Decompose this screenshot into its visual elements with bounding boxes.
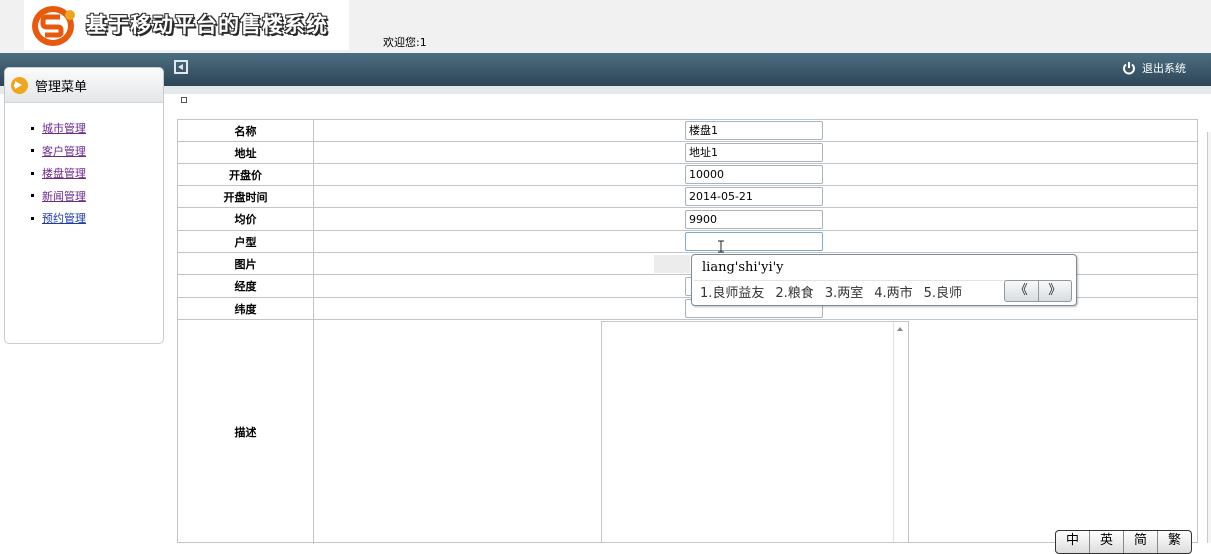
ime-candidates: 1.良师益友 2.粮食 3.两室 4.两市 5.良师: [700, 282, 973, 301]
form-row-opening-date: 开盘时间 2014-05-21: [178, 186, 1197, 208]
sidebar-item-appointment: 预约管理: [31, 207, 163, 230]
ime-pinyin-input: liang'shi'yi'y: [702, 260, 784, 275]
form-row-average-price: 均价 9900: [178, 208, 1197, 231]
ime-candidate[interactable]: 5.良师: [924, 282, 962, 301]
image-file-input[interactable]: [654, 255, 690, 273]
form-label: 图片: [178, 253, 314, 274]
logo: 基于移动平台的售楼系统: [24, 0, 349, 50]
form-label: 纬度: [178, 298, 314, 319]
sidebar-item-news: 新闻管理: [31, 185, 163, 208]
ime-mode-chinese[interactable]: 中: [1056, 531, 1090, 553]
sidebar-item-city: 城市管理: [31, 117, 163, 140]
textarea-scrollbar[interactable]: [893, 322, 908, 542]
form-label: 开盘时间: [178, 186, 314, 207]
form-row-address: 地址 地址1: [178, 142, 1197, 164]
form-label: 经度: [178, 275, 314, 297]
ime-candidate[interactable]: 4.两市: [874, 282, 912, 301]
sidebar-link-customer[interactable]: 客户管理: [42, 143, 86, 159]
form-row-name: 名称 楼盘1: [178, 120, 1197, 142]
ime-mode-traditional[interactable]: 繁: [1158, 531, 1191, 553]
opening-date-input[interactable]: 2014-05-21: [685, 187, 823, 206]
page-scrollbar[interactable]: [1207, 132, 1211, 543]
ime-mode-simplified[interactable]: 简: [1124, 531, 1158, 553]
sidebar-item-customer: 客户管理: [31, 140, 163, 163]
sidebar: 管理菜单 城市管理 客户管理 楼盘管理 新闻管理 预约管理: [4, 67, 164, 344]
form-row-layout: 户型: [178, 231, 1197, 253]
form-label: 地址: [178, 142, 314, 163]
sidebar-link-city[interactable]: 城市管理: [42, 120, 86, 136]
sidebar-item-building: 楼盘管理: [31, 162, 163, 185]
logout-button[interactable]: 退出系统: [1122, 60, 1186, 76]
ime-candidate-popup: liang'shi'yi'y 1.良师益友 2.粮食 3.两室 4.两市 5.良…: [691, 254, 1077, 306]
form-row-opening-price: 开盘价 10000: [178, 164, 1197, 186]
sidebar-link-building[interactable]: 楼盘管理: [42, 165, 86, 181]
power-icon: [1123, 62, 1135, 75]
text-cursor-icon: [718, 240, 724, 253]
ime-page-nav: 《 》: [1004, 280, 1072, 302]
subheader-strip: [0, 86, 1211, 94]
welcome-text: 欢迎您:1: [383, 36, 427, 49]
average-price-input[interactable]: 9900: [685, 210, 823, 229]
form-label: 开盘价: [178, 164, 314, 185]
logo-s-icon: [32, 6, 75, 46]
ime-candidate[interactable]: 2.粮食: [775, 282, 813, 301]
collapse-sidebar-icon[interactable]: [174, 60, 188, 74]
ime-candidate[interactable]: 1.良师益友: [700, 282, 764, 301]
form-label: 均价: [178, 208, 314, 230]
section-bullet-icon: [181, 97, 187, 103]
logout-label: 退出系统: [1142, 62, 1186, 75]
name-input[interactable]: 楼盘1: [685, 121, 823, 140]
sidebar-header: 管理菜单: [5, 68, 163, 103]
ime-status-toolbar: 中 英 简 繁: [1055, 530, 1192, 554]
address-input[interactable]: 地址1: [685, 143, 823, 162]
sidebar-menu: 城市管理 客户管理 楼盘管理 新闻管理 预约管理: [5, 117, 163, 230]
ime-mode-english[interactable]: 英: [1090, 531, 1124, 553]
ime-next-button[interactable]: 》: [1039, 281, 1072, 301]
sidebar-link-appointment[interactable]: 预约管理: [42, 210, 86, 226]
sidebar-title: 管理菜单: [35, 79, 88, 95]
ime-prev-button[interactable]: 《: [1005, 281, 1039, 301]
ime-candidate[interactable]: 3.两室: [825, 282, 863, 301]
form-label: 描述: [178, 320, 314, 544]
form-label: 户型: [178, 231, 314, 252]
layout-input[interactable]: [685, 232, 823, 251]
app-title: 基于移动平台的售楼系统: [86, 13, 328, 37]
form-label: 名称: [178, 120, 314, 141]
opening-price-input[interactable]: 10000: [685, 165, 823, 184]
arrow-right-icon: [11, 76, 28, 94]
sidebar-link-news[interactable]: 新闻管理: [42, 188, 86, 204]
header: 基于移动平台的售楼系统 欢迎您:1: [0, 0, 1211, 53]
description-textarea[interactable]: [601, 321, 909, 543]
property-form: 名称 楼盘1 地址 地址1 开盘价 10000 开盘时间 2014-05-21 …: [177, 119, 1198, 544]
